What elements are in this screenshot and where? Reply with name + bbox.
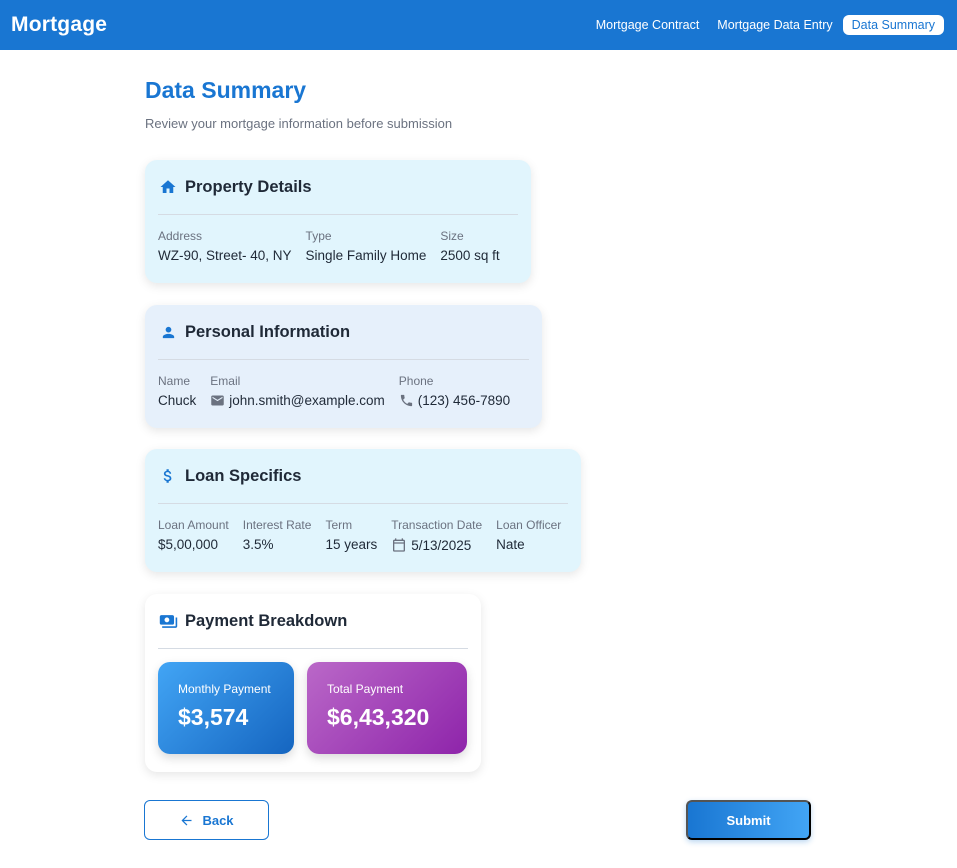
field-transaction-date: Transaction Date 5/13/2025 xyxy=(391,518,482,553)
email-value: john.smith@example.com xyxy=(229,393,385,408)
back-button[interactable]: Back xyxy=(144,800,269,840)
card-header: Property Details xyxy=(158,176,518,198)
divider xyxy=(158,503,568,504)
field-loan-amount: Loan Amount $5,00,000 xyxy=(158,518,229,553)
submit-button-label: Submit xyxy=(726,812,771,828)
field-value: Nate xyxy=(496,537,561,552)
app-title: Mortgage xyxy=(11,13,108,36)
card-title: Payment Breakdown xyxy=(185,611,348,630)
field-address: Address WZ-90, Street- 40, NY xyxy=(158,229,292,263)
payment-tiles: Monthly Payment $3,574 Total Payment $6,… xyxy=(158,662,468,754)
personal-fields: Name Chuck Email john.smith@example.com … xyxy=(158,374,529,408)
field-label: Phone xyxy=(398,374,434,388)
phone-value: (123) 456-7890 xyxy=(417,393,511,408)
field-email: Email john.smith@example.com xyxy=(210,374,385,408)
loan-specifics-card: Loan Specifics Loan Amount $5,00,000 Int… xyxy=(145,449,581,572)
field-label: Interest Rate xyxy=(242,518,312,532)
field-value: Chuck xyxy=(158,393,196,408)
field-value: john.smith@example.com xyxy=(210,393,385,408)
divider xyxy=(158,214,518,215)
loan-amount-value: $5,00,000 xyxy=(158,537,219,552)
loan-officer-value: Nate xyxy=(496,537,525,552)
field-label: Address xyxy=(158,229,203,243)
card-header: Loan Specifics xyxy=(158,465,568,487)
field-value: Single Family Home xyxy=(306,248,427,263)
payments-icon xyxy=(158,611,178,631)
size-value: 2500 sq ft xyxy=(440,248,500,263)
submit-button[interactable]: Submit xyxy=(686,800,811,840)
page-title: Data Summary xyxy=(145,77,307,103)
type-value: Single Family Home xyxy=(305,248,427,263)
address-value: WZ-90, Street- 40, NY xyxy=(158,248,292,263)
field-value: 2500 sq ft xyxy=(440,248,499,263)
monthly-payment-label: Monthly Payment xyxy=(178,682,271,696)
phone-icon xyxy=(400,394,412,407)
home-icon xyxy=(158,177,178,197)
property-fields: Address WZ-90, Street- 40, NY Type Singl… xyxy=(158,229,518,263)
field-label: Type xyxy=(305,229,332,243)
interest-rate-value: 3.5% xyxy=(242,537,274,552)
card-title: Property Details xyxy=(185,177,312,196)
field-interest-rate: Interest Rate 3.5% xyxy=(243,518,312,553)
field-label: Loan Officer xyxy=(496,518,562,532)
term-value: 15 years xyxy=(325,537,378,552)
personal-information-card: Personal Information Name Chuck Email jo… xyxy=(145,305,542,428)
monthly-payment-value: $3,574 xyxy=(178,704,249,730)
field-value: 5/13/2025 xyxy=(391,537,482,553)
total-payment-label: Total Payment xyxy=(327,682,404,696)
back-button-label: Back xyxy=(202,812,234,828)
page-subtitle: Review your mortgage information before … xyxy=(145,116,453,131)
person-icon xyxy=(158,322,178,342)
nav-mortgage-data-entry[interactable]: Mortgage Data Entry xyxy=(709,15,840,35)
field-size: Size 2500 sq ft xyxy=(440,229,499,263)
total-payment-tile: Total Payment $6,43,320 xyxy=(307,662,467,754)
field-loan-officer: Loan Officer Nate xyxy=(496,518,561,553)
transaction-date-value: 5/13/2025 xyxy=(411,537,472,553)
field-value: $5,00,000 xyxy=(158,537,229,552)
dollar-icon xyxy=(158,466,178,486)
payment-breakdown-card: Payment Breakdown Monthly Payment $3,574… xyxy=(145,594,481,772)
field-value: WZ-90, Street- 40, NY xyxy=(158,248,292,263)
field-label: Size xyxy=(440,229,464,243)
top-nav: Mortgage Contract Mortgage Data Entry Da… xyxy=(586,15,944,35)
field-value: (123) 456-7890 xyxy=(399,393,510,408)
email-icon xyxy=(211,395,225,406)
divider xyxy=(158,359,529,360)
property-details-card: Property Details Address WZ-90, Street- … xyxy=(145,160,531,283)
field-label: Transaction Date xyxy=(391,518,483,532)
card-title: Loan Specifics xyxy=(185,466,302,485)
field-label: Name xyxy=(158,374,191,388)
field-label: Loan Amount xyxy=(158,518,229,532)
field-value: 3.5% xyxy=(243,537,312,552)
app-bar: Mortgage Mortgage Contract Mortgage Data… xyxy=(0,0,957,50)
total-payment-value: $6,43,320 xyxy=(327,704,430,730)
arrow-left-icon xyxy=(181,815,192,825)
nav-data-summary[interactable]: Data Summary xyxy=(842,15,944,35)
field-phone: Phone (123) 456-7890 xyxy=(399,374,510,408)
field-type: Type Single Family Home xyxy=(306,229,427,263)
field-value: 15 years xyxy=(325,537,377,552)
card-title: Personal Information xyxy=(185,322,351,341)
field-label: Email xyxy=(210,374,241,388)
field-term: Term 15 years xyxy=(325,518,377,553)
nav-mortgage-contract[interactable]: Mortgage Contract xyxy=(588,15,708,35)
loan-fields: Loan Amount $5,00,000 Interest Rate 3.5%… xyxy=(158,518,568,553)
field-name: Name Chuck xyxy=(158,374,196,408)
divider xyxy=(158,648,468,649)
card-header: Personal Information xyxy=(158,321,529,343)
card-header: Payment Breakdown xyxy=(158,610,468,632)
name-value: Chuck xyxy=(158,393,197,408)
monthly-payment-tile: Monthly Payment $3,574 xyxy=(158,662,294,754)
calendar-icon xyxy=(393,538,406,552)
field-label: Term xyxy=(325,518,353,532)
